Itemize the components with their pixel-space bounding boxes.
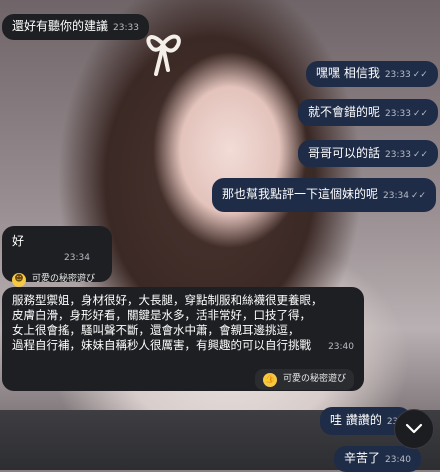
message-text: 還好有聽你的建議: [12, 19, 109, 33]
message-timestamp: 23:33: [384, 70, 411, 80]
message-bubble-incoming[interactable]: 還好有聽你的建議 23:33: [2, 14, 149, 40]
message-text: 那也幫我點評一下這個妹的呢: [222, 187, 379, 201]
read-receipt-icon: ✓✓: [412, 109, 429, 119]
message-text: 哥哥可以的話: [308, 146, 381, 160]
sticker-label: 可愛の秘密遊び: [282, 374, 346, 384]
read-receipt-icon: ✓✓: [412, 70, 428, 80]
message-bubble-outgoing[interactable]: 嘿嘿 相信我 23:33 ✓✓: [306, 61, 438, 87]
read-receipt-icon: ✓✓: [412, 150, 429, 160]
message-bubble-incoming[interactable]: 服務型禦姐，身材很好，大長腿，穿點制服和絲襪很更養眼， 皮膚白滑，身形好看，關鍵…: [2, 287, 364, 391]
message-timestamp: 23:40: [385, 455, 411, 465]
message-timestamp: 23:34: [383, 191, 409, 201]
message-text: 辛苦了: [344, 451, 381, 465]
message-text: 好: [12, 234, 25, 248]
message-bubble-incoming[interactable]: 好 23:34 ☻ 可愛の秘密遊び: [2, 226, 112, 287]
message-timestamp: 23:33: [385, 150, 411, 160]
message-bubble-outgoing[interactable]: 就不會錯的呢 23:33 ✓✓: [298, 99, 439, 126]
message-text: 嘿嘿 相信我: [316, 66, 380, 80]
message-text: 哇 讚讚的: [330, 413, 382, 427]
thumbs-up-icon: 👍: [262, 372, 277, 387]
message-bubble-outgoing[interactable]: 那也幫我點評一下這個妹的呢 23:34 ✓✓: [212, 178, 437, 212]
message-timestamp: 23:40: [328, 342, 354, 352]
message-bubble-outgoing[interactable]: 哥哥可以的話 23:33 ✓✓: [298, 140, 439, 167]
sticker-link[interactable]: 👍 可愛の秘密遊び: [254, 369, 354, 390]
chevron-down-icon: [405, 423, 423, 434]
message-timestamp: 23:33: [113, 23, 139, 33]
grinning-face-icon: ☻: [12, 272, 26, 287]
message-timestamp: 23:33: [385, 109, 411, 119]
sticker-label: 可愛の秘密遊び: [32, 274, 96, 284]
message-bubble-outgoing[interactable]: 辛苦了 23:40: [334, 446, 421, 472]
message-text: 服務型禦姐，身材很好，大長腿，穿點制服和絲襪很更養眼， 皮膚白滑，身形好看，關鍵…: [12, 293, 323, 352]
message-text: 就不會錯的呢: [308, 105, 381, 119]
read-receipt-icon: ✓✓: [410, 191, 427, 201]
sticker-link[interactable]: ☻ 可愛の秘密遊び: [12, 272, 102, 287]
message-timestamp: 23:34: [64, 253, 90, 263]
scroll-to-bottom-button[interactable]: [394, 409, 434, 449]
